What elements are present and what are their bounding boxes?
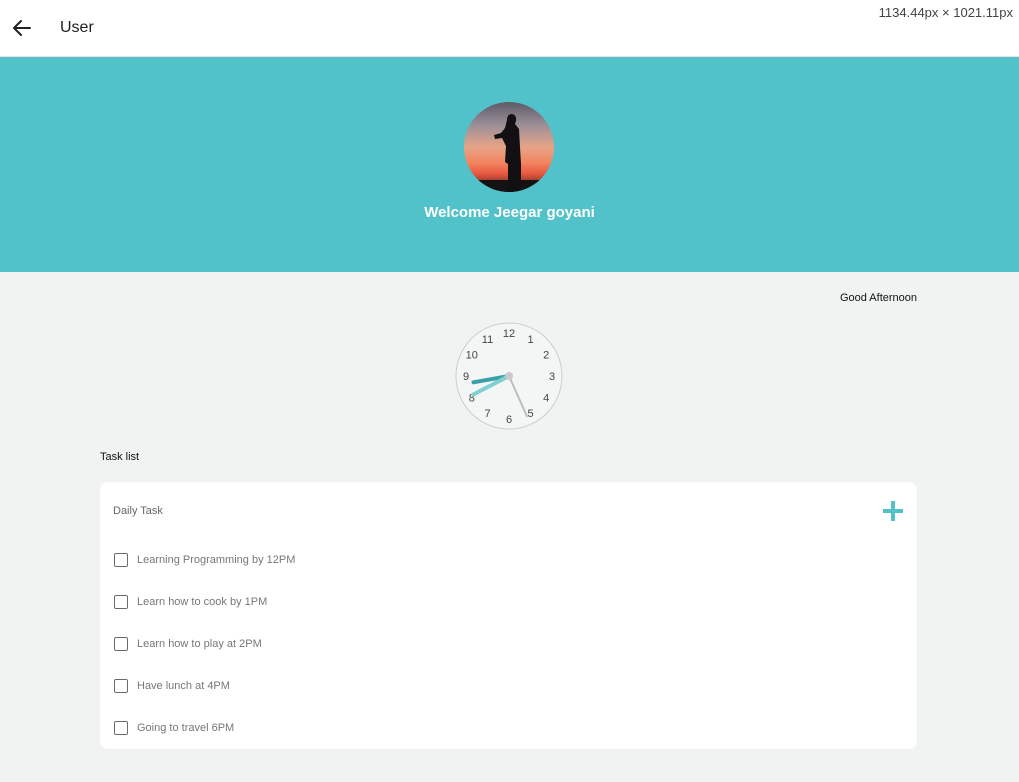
clock-number: 1 (527, 334, 533, 346)
task-label: Learning Programming by 12PM (137, 554, 296, 566)
task-label: Have lunch at 4PM (137, 680, 230, 692)
clock-number: 6 (506, 414, 512, 426)
clock-number: 10 (466, 350, 478, 362)
task-checkbox[interactable] (114, 553, 128, 567)
task-checkbox[interactable] (114, 637, 128, 651)
task-item[interactable]: Going to travel 6PM (114, 719, 234, 737)
card-title: Daily Task (113, 505, 163, 517)
task-checkbox[interactable] (114, 679, 128, 693)
page-title: User (60, 19, 94, 36)
task-item[interactable]: Have lunch at 4PM (114, 677, 230, 695)
task-item[interactable]: Learn how to cook by 1PM (114, 593, 267, 611)
clock-center-pin (505, 372, 513, 380)
task-label: Going to travel 6PM (137, 722, 235, 734)
clock-number: 11 (482, 334, 493, 346)
task-label: Learn how to play at 2PM (137, 638, 262, 650)
greeting-text: Good Afternoon (839, 292, 917, 304)
analog-clock: 12 1 2 3 4 5 6 7 8 9 10 11 (455, 322, 563, 430)
clock-number: 7 (484, 408, 490, 420)
task-checkbox[interactable] (114, 721, 128, 735)
task-label: Learn how to cook by 1PM (137, 596, 268, 608)
dimensions-readout: 1134.44px × 1021.11px (878, 5, 1013, 20)
avatar[interactable] (464, 102, 554, 192)
task-item[interactable]: Learning Programming by 12PM (114, 551, 295, 569)
daily-task-card: Daily Task Learning Programming by 12PM … (100, 482, 917, 749)
avatar-image (464, 102, 554, 192)
task-list-label: Task list (100, 451, 140, 463)
welcome-text: Welcome Jeegar goyani (424, 204, 595, 221)
clock-number: 4 (543, 393, 549, 405)
profile-banner: Welcome Jeegar goyani (0, 57, 1019, 272)
clock-number: 12 (503, 328, 515, 340)
clock-number: 9 (463, 371, 469, 383)
clock-number: 5 (527, 408, 533, 420)
back-arrow-icon[interactable] (10, 16, 34, 40)
task-item[interactable]: Learn how to play at 2PM (114, 635, 262, 653)
clock-number: 2 (543, 350, 549, 362)
top-app-bar: User 1134.44px × 1021.11px (0, 0, 1019, 57)
plus-icon[interactable] (881, 499, 905, 523)
task-checkbox[interactable] (114, 595, 128, 609)
clock-number: 3 (549, 371, 555, 383)
